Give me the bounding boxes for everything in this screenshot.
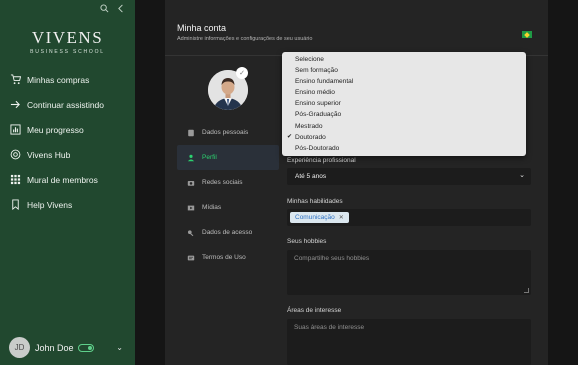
tab-redes-sociais[interactable]: Redes sociais [177, 170, 279, 195]
media-icon [187, 205, 195, 210]
card-header: Minha conta Administre informações e con… [165, 0, 548, 56]
avatar: JD [9, 337, 30, 358]
dropdown-option[interactable]: Ensino fundamental [282, 76, 526, 87]
dropdown-option-label: Pós-Graduação [295, 111, 342, 119]
sidebar-item-label: Continuar assistindo [27, 99, 105, 110]
skill-chip-label: Comunicação [295, 214, 335, 221]
checkmark-icon: ✔ [287, 133, 293, 140]
sidebar-item-continuar-assistindo[interactable]: Continuar assistindo [10, 92, 104, 117]
experience-label: Experiência profissional [287, 157, 356, 164]
tab-dados-de-acesso[interactable]: Dados de acesso [177, 220, 279, 245]
hobbies-label: Seus hobbies [287, 238, 327, 245]
chevron-left-icon[interactable] [117, 4, 126, 13]
dropdown-option[interactable]: Selecione [282, 54, 526, 65]
edit-photo-icon[interactable]: ✓ [236, 67, 248, 79]
menu-item-label: Mídias [202, 204, 222, 211]
tab-midias[interactable]: Mídias [177, 195, 279, 220]
menu-item-label: Redes sociais [202, 179, 243, 186]
document-icon [188, 129, 194, 136]
sidebar-item-minhas-compras[interactable]: Minhas compras [10, 67, 104, 92]
dropdown-option-label: Pós-Doutorado [295, 144, 340, 152]
skill-chip: Comunicação ✕ [290, 212, 349, 223]
skills-label: Minhas habilidades [287, 198, 343, 205]
page-subtitle: Administre informações e configurações d… [177, 36, 313, 42]
camera-icon [187, 180, 195, 186]
sidebar-item-vivens-hub[interactable]: Vivens Hub [10, 142, 104, 167]
interests-placeholder: Suas áreas de interesse [294, 324, 365, 331]
chevron-down-icon: ⌄ [519, 172, 525, 179]
logo[interactable]: VIVENS BUSINESS SCHOOL [0, 28, 135, 55]
dropdown-option-label: Doutorado [295, 133, 326, 141]
menu-item-label: Dados de acesso [202, 229, 253, 236]
terms-icon [187, 255, 195, 260]
sidebar-item-label: Mural de membros [27, 174, 98, 185]
sidebar-item-label: Vivens Hub [27, 149, 71, 160]
close-icon[interactable]: ✕ [339, 214, 344, 221]
sidebar-item-meu-progresso[interactable]: Meu progresso [10, 117, 104, 142]
menu-item-label: Dados pessoais [202, 129, 249, 136]
sidebar-item-label: Minhas compras [27, 74, 90, 85]
tab-termos-de-uso[interactable]: Termos de Uso [177, 245, 279, 270]
dropdown-option-label: Ensino fundamental [295, 78, 354, 86]
page-title: Minha conta [177, 23, 227, 33]
theme-toggle[interactable] [77, 343, 94, 352]
dropdown-option-label: Ensino médio [295, 89, 335, 97]
globe-icon [10, 149, 21, 160]
brazil-flag-icon[interactable] [522, 31, 532, 38]
dropdown-option[interactable]: Pós-Doutorado [282, 143, 526, 154]
dropdown-option[interactable]: Mestrado [282, 121, 526, 132]
skills-input[interactable]: Comunicação ✕ [287, 209, 531, 226]
sidebar-nav: Minhas compras Continuar assistindo Meu … [10, 67, 104, 217]
dropdown-option-label: Mestrado [295, 122, 323, 130]
dropdown-option-selected[interactable]: ✔ Doutorado [282, 132, 526, 143]
key-icon [187, 229, 194, 236]
sidebar-item-help-vivens[interactable]: Help Vivens [10, 192, 104, 217]
dropdown-option-label: Selecione [295, 56, 324, 63]
sidebar-item-mural-de-membros[interactable]: Mural de membros [10, 167, 104, 192]
resize-handle-icon[interactable] [524, 288, 529, 293]
experience-select[interactable]: Até 5 anos ⌄ [287, 168, 531, 185]
user-name: John Doe [35, 342, 74, 353]
dropdown-option[interactable]: Pós-Graduação [282, 109, 526, 120]
search-icon[interactable] [100, 4, 109, 13]
dropdown-option-label: Sem formação [295, 67, 338, 75]
bookmark-icon [12, 199, 19, 210]
dropdown-option[interactable]: Sem formação [282, 65, 526, 76]
logo-sub-text: BUSINESS SCHOOL [30, 49, 105, 55]
cart-icon [10, 74, 21, 85]
hobbies-field[interactable]: Compartilhe seus hobbies [287, 250, 531, 295]
bar-chart-icon [10, 124, 21, 135]
interests-field[interactable]: Suas áreas de interesse [287, 319, 531, 365]
arrow-right-icon [10, 100, 20, 109]
account-menu: Dados pessoais Perfil Redes sociais Mídi… [177, 120, 279, 270]
sidebar: VIVENS BUSINESS SCHOOL Minhas compras Co… [0, 0, 135, 365]
user-menu[interactable]: JD John Doe ⌄ [9, 337, 129, 358]
chevron-down-icon[interactable]: ⌄ [116, 343, 123, 352]
menu-item-label: Perfil [202, 154, 217, 161]
logo-main-text: VIVENS [31, 28, 104, 47]
education-dropdown[interactable]: Selecione Sem formação Ensino fundamenta… [282, 52, 526, 156]
interests-label: Áreas de interesse [287, 307, 342, 314]
dropdown-option-label: Ensino superior [295, 100, 341, 108]
sidebar-item-label: Help Vivens [27, 199, 73, 210]
tab-perfil[interactable]: Perfil [177, 145, 279, 170]
dropdown-option[interactable]: Ensino médio [282, 87, 526, 98]
sidebar-top-icons [100, 4, 126, 13]
hobbies-placeholder: Compartilhe seus hobbies [294, 255, 370, 262]
menu-item-label: Termos de Uso [202, 254, 246, 261]
grid-icon [10, 174, 21, 185]
tab-dados-pessoais[interactable]: Dados pessoais [177, 120, 279, 145]
experience-value: Até 5 anos [295, 173, 327, 180]
sidebar-item-label: Meu progresso [27, 124, 84, 135]
person-icon [187, 154, 195, 161]
dropdown-option[interactable]: Ensino superior [282, 98, 526, 109]
